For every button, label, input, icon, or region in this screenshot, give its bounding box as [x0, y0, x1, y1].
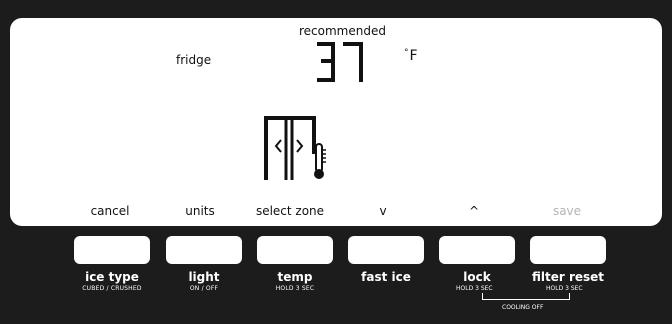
cancel-softkey[interactable]: cancel — [91, 204, 130, 218]
fast-ice-text: fast ice — [361, 270, 411, 284]
cooling-off-bracket — [482, 293, 570, 300]
fridge-zone-icon — [264, 116, 326, 180]
light-button[interactable] — [166, 236, 242, 264]
light-text: light — [188, 270, 220, 284]
unit-letter: F — [409, 48, 418, 64]
units-softkey[interactable]: units — [185, 204, 215, 218]
save-softkey[interactable]: save — [553, 204, 581, 218]
lock-label: lock — [463, 270, 490, 284]
recommended-label: recommended — [299, 24, 386, 38]
control-panel: recommended fridge 37 °F — [0, 0, 672, 324]
thermometer-icon — [314, 143, 326, 179]
filter-reset-subtext: HOLD 3 SEC — [546, 285, 583, 292]
filter-reset-button[interactable] — [530, 236, 606, 264]
down-arrow-softkey[interactable]: v — [379, 204, 386, 218]
display-screen: recommended fridge 37 °F — [10, 18, 662, 226]
temp-subtext: HOLD 3 SEC — [275, 285, 315, 292]
zone-label: fridge — [176, 53, 212, 67]
up-arrow-softkey[interactable]: ^ — [469, 204, 479, 218]
temp-button[interactable] — [257, 236, 333, 264]
temp-label: temp HOLD 3 SEC — [276, 270, 315, 292]
ice-type-subtext: CUBED / CRUSHED — [82, 285, 142, 292]
ice-type-text: ice type — [85, 270, 139, 284]
light-subtext: ON / OFF — [189, 285, 219, 292]
unit-indicator: °F — [404, 48, 418, 64]
lock-subtext: HOLD 3 SEC — [456, 285, 493, 292]
lock-text: lock — [463, 270, 491, 284]
select-zone-softkey[interactable]: select zone — [256, 204, 324, 218]
light-label: light ON / OFF — [188, 270, 219, 292]
filter-reset-text: filter reset — [531, 270, 605, 284]
temperature-readout — [317, 42, 363, 82]
fast-ice-label: fast ice — [361, 270, 411, 284]
degree-symbol: ° — [404, 48, 409, 58]
fast-ice-button[interactable] — [348, 236, 424, 264]
ice-type-label: ice type CUBED / CRUSHED — [82, 270, 141, 292]
cooling-off-label: COOLING OFF — [502, 304, 544, 311]
ice-type-button[interactable] — [74, 236, 150, 264]
lock-button[interactable] — [439, 236, 515, 264]
filter-reset-label: filter reset — [532, 270, 604, 284]
temp-text: temp — [277, 270, 313, 284]
